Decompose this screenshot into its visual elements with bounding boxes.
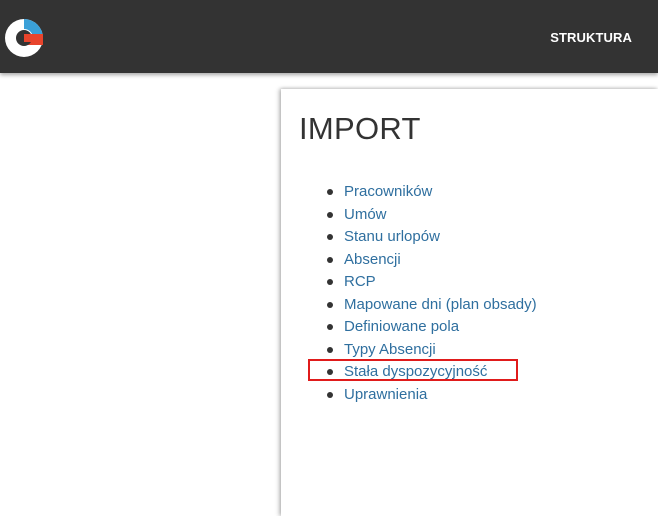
import-link-umow[interactable]: Umów — [344, 206, 387, 223]
list-item: Stanu urlopów — [327, 226, 537, 249]
import-link-definiowane-pola[interactable]: Definiowane pola — [344, 318, 459, 335]
bullet-icon — [327, 369, 333, 375]
bullet-icon — [327, 346, 333, 353]
list-item: Uprawnienia — [327, 384, 537, 407]
list-item: RCP — [327, 271, 537, 294]
list-item: Typy Absencji — [327, 339, 537, 362]
import-link-pracownikow[interactable]: Pracowników — [344, 183, 432, 200]
list-item: Pracowników — [327, 181, 537, 204]
list-item: Umów — [327, 204, 537, 227]
bullet-icon — [327, 324, 333, 330]
import-panel: IMPORT Pracowników Umów Stanu urlopów Ab… — [281, 89, 658, 516]
import-link-stanu-urlopow[interactable]: Stanu urlopów — [344, 228, 440, 245]
list-item: Mapowane dni (plan obsady) — [327, 294, 537, 317]
import-link-uprawnienia[interactable]: Uprawnienia — [344, 386, 427, 403]
bullet-icon — [327, 234, 333, 240]
import-link-typy-absencji[interactable]: Typy Absencji — [344, 341, 436, 358]
bullet-icon — [327, 189, 333, 195]
import-link-mapowane-dni[interactable]: Mapowane dni (plan obsady) — [344, 296, 537, 313]
bullet-icon — [327, 391, 333, 398]
import-link-stala-dyspozycyjnosc[interactable]: Stała dyspozycyjność — [344, 363, 487, 380]
import-list: Pracowników Umów Stanu urlopów Absencji … — [327, 181, 537, 407]
bullet-icon — [327, 279, 333, 285]
app-logo-icon[interactable] — [0, 16, 46, 60]
bullet-icon — [327, 211, 333, 218]
bullet-icon — [327, 256, 333, 263]
page-title: IMPORT — [299, 111, 421, 146]
list-item: Stała dyspozycyjność — [327, 361, 537, 384]
bullet-icon — [327, 301, 333, 308]
list-item: Absencji — [327, 249, 537, 272]
list-item: Definiowane pola — [327, 316, 537, 339]
import-link-absencji[interactable]: Absencji — [344, 251, 401, 268]
import-link-rcp[interactable]: RCP — [344, 273, 376, 290]
nav-link-struktura[interactable]: STRUKTURA — [550, 30, 632, 45]
top-navbar: STRUKTURA — [0, 0, 658, 73]
